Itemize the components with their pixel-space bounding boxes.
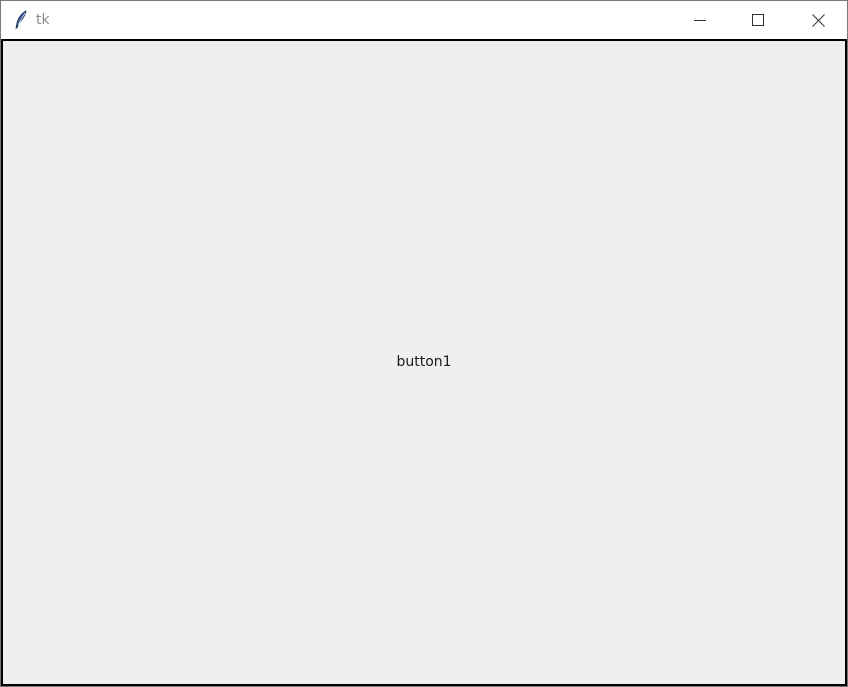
window-client-area: button1 — [1, 39, 847, 686]
button1[interactable]: button1 — [3, 41, 845, 684]
maximize-icon — [752, 14, 764, 26]
tk-feather-icon — [13, 10, 29, 30]
close-button[interactable] — [789, 1, 847, 39]
minimize-button[interactable] — [671, 1, 729, 39]
title-bar[interactable]: tk — [1, 1, 847, 39]
button1-label: button1 — [396, 353, 452, 370]
close-icon — [811, 13, 825, 27]
window-title: tk — [36, 12, 50, 28]
maximize-button[interactable] — [729, 1, 787, 39]
minimize-icon — [694, 14, 706, 26]
app-window: tk button1 — [0, 0, 848, 687]
